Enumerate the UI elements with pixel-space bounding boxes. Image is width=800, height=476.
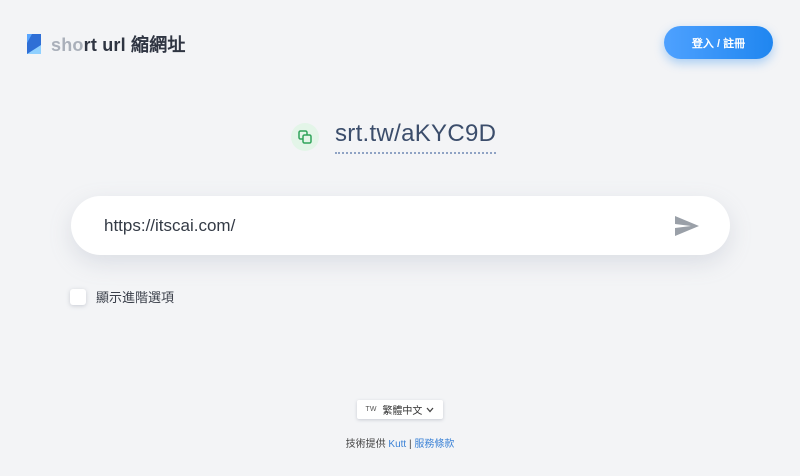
powered-by-text: 技術提供 (345, 439, 386, 450)
advanced-options-toggle[interactable]: 顯示進階選項 (70, 287, 174, 306)
copy-icon (298, 130, 312, 144)
advanced-options-label: 顯示進階選項 (96, 290, 175, 305)
copy-button[interactable] (291, 123, 319, 151)
chevron-down-icon (426, 407, 434, 412)
kutt-link[interactable]: Kutt (388, 439, 406, 450)
language-label: 繁體中文 (382, 406, 423, 417)
language-select[interactable]: TW 繁體中文 (357, 400, 443, 419)
short-url-result: srt.tw/aKYC9D (291, 120, 497, 154)
send-icon (675, 216, 699, 236)
logo-text: short url 縮網址 (51, 35, 186, 55)
advanced-options-checkbox[interactable] (70, 288, 86, 305)
url-input[interactable] (104, 196, 664, 255)
submit-button[interactable] (674, 214, 700, 238)
url-input-box (71, 196, 730, 255)
logo-icon (27, 34, 41, 54)
login-register-button[interactable]: 登入 / 註冊 (664, 26, 773, 59)
page: short url 縮網址 登入 / 註冊 srt.tw/aKYC9D 顯示進階… (0, 0, 800, 476)
footer: 技術提供 Kutt | 服務條款 (0, 435, 800, 450)
logo[interactable]: short url 縮網址 (27, 31, 186, 57)
language-code: TW (365, 406, 377, 413)
short-url-link[interactable]: srt.tw/aKYC9D (335, 120, 497, 154)
terms-link[interactable]: 服務條款 (414, 439, 454, 450)
footer-separator: | (408, 439, 412, 450)
